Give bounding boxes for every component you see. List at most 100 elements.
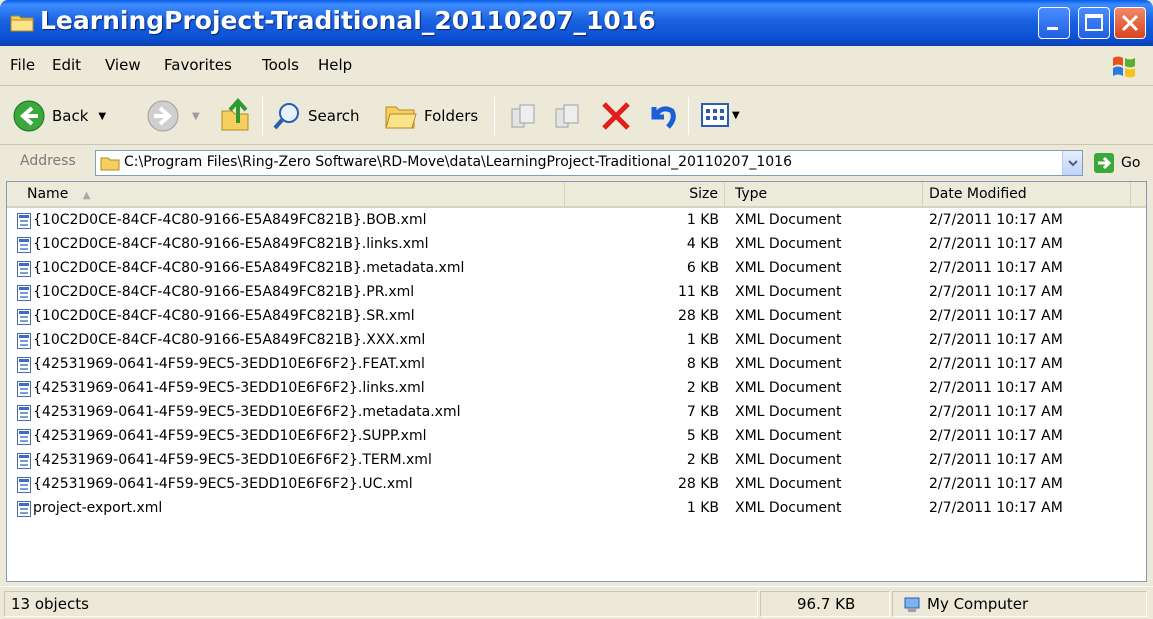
table-row[interactable]: {10C2D0CE-84CF-4C80-9166-E5A849FC821B}.S…: [7, 306, 1146, 330]
delete-button[interactable]: [600, 101, 632, 131]
file-name: {10C2D0CE-84CF-4C80-9166-E5A849FC821B}.m…: [33, 260, 465, 276]
undo-button[interactable]: [646, 101, 678, 131]
table-row[interactable]: {10C2D0CE-84CF-4C80-9166-E5A849FC821B}.X…: [7, 330, 1146, 354]
search-button[interactable]: Search: [272, 101, 360, 131]
close-icon: [1121, 14, 1139, 32]
title-bar[interactable]: LearningProject-Traditional_20110207_101…: [0, 0, 1153, 46]
table-row[interactable]: {42531969-0641-4F59-9EC5-3EDD10E6F6F2}.T…: [7, 450, 1146, 474]
table-row[interactable]: {10C2D0CE-84CF-4C80-9166-E5A849FC821B}.m…: [7, 258, 1146, 282]
file-name: {10C2D0CE-84CF-4C80-9166-E5A849FC821B}.l…: [33, 236, 429, 252]
forward-button[interactable]: ▼: [146, 99, 200, 133]
column-header-type[interactable]: Type: [725, 182, 923, 206]
file-type: XML Document: [735, 260, 842, 276]
table-row[interactable]: {10C2D0CE-84CF-4C80-9166-E5A849FC821B}.P…: [7, 282, 1146, 306]
delete-icon: [602, 102, 630, 130]
address-label: Address: [20, 153, 76, 169]
folder-icon: [10, 15, 34, 32]
forward-dropdown-icon[interactable]: ▼: [192, 111, 200, 122]
file-size: 11 KB: [677, 284, 719, 300]
file-size: 1 KB: [686, 212, 719, 228]
xml-file-icon: [17, 213, 31, 229]
file-date-modified: 2/7/2011 10:17 AM: [929, 332, 1063, 348]
xml-file-icon: [17, 453, 31, 469]
file-name: {42531969-0641-4F59-9EC5-3EDD10E6F6F2}.T…: [33, 452, 432, 468]
table-row[interactable]: project-export.xml 1 KB XML Document 2/7/20…: [7, 498, 1146, 522]
table-row[interactable]: {10C2D0CE-84CF-4C80-9166-E5A849FC821B}.B…: [7, 210, 1146, 234]
address-dropdown-button[interactable]: [1062, 151, 1082, 175]
address-bar: Address C:\Program Files\Ring-Zero Softw…: [0, 146, 1153, 180]
address-input[interactable]: C:\Program Files\Ring-Zero Software\RD-M…: [95, 150, 1083, 176]
xml-file-icon: [17, 261, 31, 277]
toolbar-separator: [262, 97, 263, 135]
table-row[interactable]: {42531969-0641-4F59-9EC5-3EDD10E6F6F2}.l…: [7, 378, 1146, 402]
menu-help[interactable]: Help: [318, 56, 352, 74]
column-header-name[interactable]: Name ▲: [7, 182, 565, 206]
menu-file[interactable]: File: [10, 56, 35, 74]
minimize-button[interactable]: [1038, 7, 1070, 39]
file-size: 28 KB: [677, 308, 719, 324]
back-label: Back: [52, 107, 89, 125]
back-button[interactable]: Back ▼: [12, 99, 106, 133]
close-button[interactable]: [1114, 7, 1146, 39]
move-to-icon: [511, 104, 535, 128]
undo-icon: [651, 106, 676, 129]
up-folder-button[interactable]: [218, 97, 252, 133]
file-type: XML Document: [735, 332, 842, 348]
column-header-size[interactable]: Size: [565, 182, 725, 206]
file-size: 1 KB: [686, 332, 719, 348]
go-label: Go: [1121, 155, 1141, 171]
views-dropdown-icon[interactable]: ▼: [732, 110, 740, 121]
file-type: XML Document: [735, 236, 842, 252]
copy-to-button[interactable]: [552, 101, 584, 131]
table-row[interactable]: {42531969-0641-4F59-9EC5-3EDD10E6F6F2}.F…: [7, 354, 1146, 378]
sort-ascending-icon: ▲: [82, 190, 91, 201]
toolbar-separator: [494, 97, 495, 135]
folders-label: Folders: [424, 107, 479, 125]
file-date-modified: 2/7/2011 10:17 AM: [929, 284, 1063, 300]
file-list: Name ▲ Size Type Date Modified {10C2D0CE…: [6, 181, 1147, 582]
views-button[interactable]: ▼: [700, 101, 740, 129]
menu-favorites[interactable]: Favorites: [164, 56, 232, 74]
file-name: project-export.xml: [33, 500, 163, 516]
xml-file-icon: [17, 333, 31, 349]
xml-file-icon: [17, 381, 31, 397]
status-bar: 13 objects 96.7 KB My Computer: [0, 586, 1153, 619]
file-size: 5 KB: [686, 428, 719, 444]
go-button[interactable]: Go: [1093, 152, 1140, 174]
file-name: {10C2D0CE-84CF-4C80-9166-E5A849FC821B}.P…: [33, 284, 415, 300]
file-name: {10C2D0CE-84CF-4C80-9166-E5A849FC821B}.X…: [33, 332, 426, 348]
file-type: XML Document: [735, 428, 842, 444]
xml-file-icon: [17, 477, 31, 493]
file-type: XML Document: [735, 308, 842, 324]
search-label: Search: [308, 107, 360, 125]
xml-file-icon: [17, 285, 31, 301]
menu-edit[interactable]: Edit: [52, 56, 81, 74]
status-zone: My Computer: [892, 591, 1147, 617]
maximize-button[interactable]: [1078, 7, 1110, 39]
search-icon: [273, 103, 299, 130]
file-date-modified: 2/7/2011 10:17 AM: [929, 428, 1063, 444]
table-row[interactable]: {42531969-0641-4F59-9EC5-3EDD10E6F6F2}.m…: [7, 402, 1146, 426]
table-row[interactable]: {42531969-0641-4F59-9EC5-3EDD10E6F6F2}.S…: [7, 426, 1146, 450]
window-title: LearningProject-Traditional_20110207_101…: [40, 6, 656, 35]
table-row[interactable]: {42531969-0641-4F59-9EC5-3EDD10E6F6F2}.U…: [7, 474, 1146, 498]
status-location: My Computer: [927, 595, 1029, 613]
folders-button[interactable]: Folders: [384, 101, 478, 131]
copy-to-icon: [555, 104, 579, 128]
file-size: 4 KB: [686, 236, 719, 252]
menu-tools[interactable]: Tools: [262, 56, 299, 74]
file-type: XML Document: [735, 452, 842, 468]
file-type: XML Document: [735, 380, 842, 396]
file-type: XML Document: [735, 212, 842, 228]
views-icon: [701, 103, 729, 127]
back-arrow-icon: [13, 100, 45, 132]
minimize-icon: [1047, 27, 1058, 30]
file-size: 2 KB: [686, 452, 719, 468]
menu-view[interactable]: View: [105, 56, 141, 74]
move-to-button[interactable]: [508, 101, 540, 131]
column-header-date-modified[interactable]: Date Modified: [923, 182, 1131, 206]
table-row[interactable]: {10C2D0CE-84CF-4C80-9166-E5A849FC821B}.l…: [7, 234, 1146, 258]
file-date-modified: 2/7/2011 10:17 AM: [929, 212, 1063, 228]
back-dropdown-icon[interactable]: ▼: [98, 111, 106, 122]
file-type: XML Document: [735, 284, 842, 300]
